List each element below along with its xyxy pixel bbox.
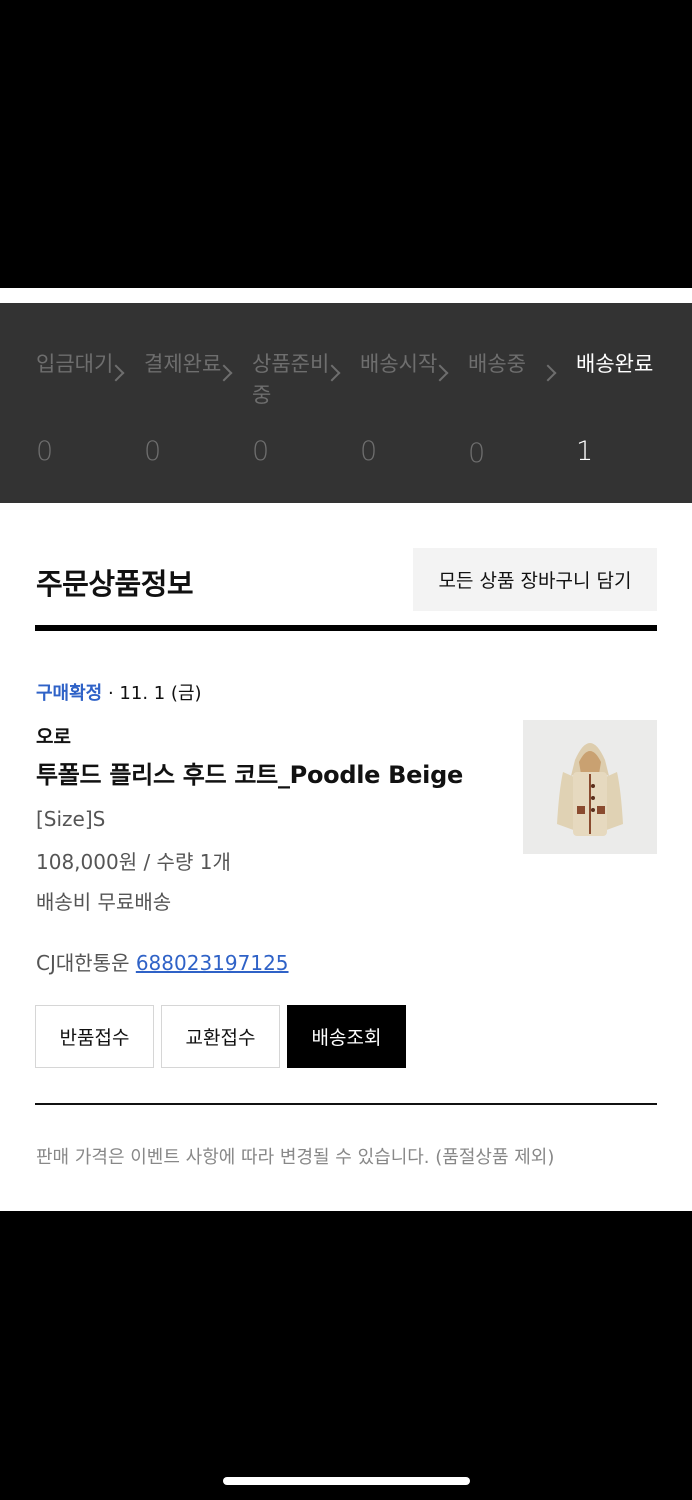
product-name[interactable]: 투폴드 플리스 후드 코트_Poodle Beige (36, 755, 463, 790)
price-quantity: 108,000원 / 수량 1개 (36, 850, 231, 874)
coat-image (523, 720, 657, 854)
order-item-section: 주문상품정보 모든 상품 장바구니 담기 구매확정 · 11. 1 (금) 오로… (0, 503, 692, 1211)
step-payment-complete[interactable]: 결제완료 0 (144, 349, 224, 467)
step-shipping-started[interactable]: 배송시작 0 (360, 349, 440, 467)
product-option: [Size]S (36, 807, 106, 831)
price-notice: 판매 가격은 이벤트 사항에 따라 변경될 수 있습니다. (품절상품 제외) (36, 1147, 555, 1168)
purchase-confirmed-badge: 구매확정 (36, 683, 103, 704)
section-title: 주문상품정보 (36, 567, 194, 601)
step-count: 1 (576, 436, 594, 467)
tracking-number-link[interactable]: 688023197125 (136, 951, 289, 975)
order-status-line: 구매확정 · 11. 1 (금) (36, 679, 202, 705)
step-delivered[interactable]: 배송완료 1 (576, 349, 656, 467)
product-thumbnail[interactable] (523, 720, 657, 854)
step-count: 0 (360, 436, 378, 467)
step-label: 상품준비중 (252, 352, 330, 407)
step-label: 배송완료 (576, 352, 654, 376)
courier-name: CJ대한통운 (36, 951, 136, 975)
step-preparing[interactable]: 상품준비중 0 (252, 349, 332, 467)
step-label: 입금대기 (36, 352, 114, 376)
return-request-button[interactable]: 반품접수 (35, 1005, 154, 1068)
track-delivery-button[interactable]: 배송조회 (287, 1005, 406, 1068)
section-divider (35, 625, 657, 631)
step-label: 배송시작 (360, 352, 438, 376)
top-black-area (0, 0, 692, 288)
step-label: 배송중 (468, 352, 526, 376)
exchange-request-button[interactable]: 교환접수 (161, 1005, 280, 1068)
step-count: 0 (468, 438, 486, 469)
step-count: 0 (144, 436, 162, 467)
step-in-transit[interactable]: 배송중 0 (468, 349, 548, 469)
brand-name[interactable]: 오로 (36, 722, 71, 749)
step-count: 0 (36, 436, 54, 467)
bottom-black-area (0, 1211, 692, 1500)
step-count: 0 (252, 436, 270, 467)
content-divider (35, 1103, 657, 1105)
shipping-fee: 배송비 무료배송 (36, 890, 172, 914)
home-indicator[interactable] (223, 1477, 470, 1485)
step-awaiting-deposit[interactable]: 입금대기 0 (36, 349, 116, 467)
top-divider (0, 288, 692, 303)
order-date: · 11. 1 (금) (102, 683, 202, 704)
step-label: 결제완료 (144, 352, 222, 376)
add-all-to-cart-button[interactable]: 모든 상품 장바구니 담기 (413, 548, 657, 611)
courier-info: CJ대한통운 688023197125 (36, 947, 289, 976)
order-status-bar: 입금대기 0 결제완료 0 상품준비중 0 배송시작 0 배송중 0 배송완료 … (0, 303, 692, 503)
